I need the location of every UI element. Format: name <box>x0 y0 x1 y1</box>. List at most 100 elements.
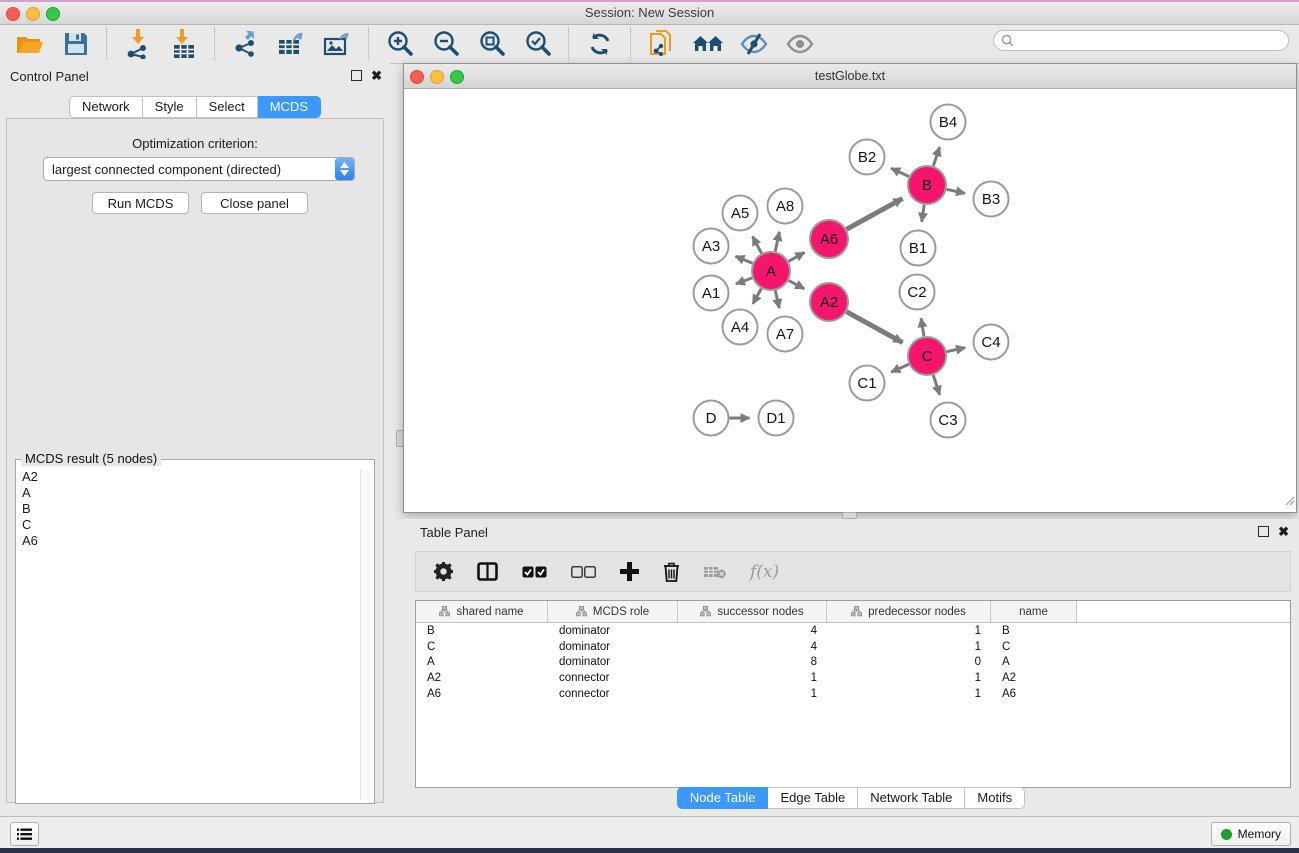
network-minimize-button[interactable] <box>430 70 444 84</box>
cell-predecessor-nodes[interactable]: 0 <box>827 656 991 668</box>
node-B3[interactable]: B3 <box>974 182 1009 217</box>
resize-handle-icon[interactable] <box>1283 493 1295 511</box>
cell-name[interactable]: C <box>991 641 1077 653</box>
edge-A-A1[interactable] <box>736 278 752 284</box>
tab-motifs[interactable]: Motifs <box>965 787 1025 809</box>
node-C[interactable]: C <box>908 337 946 375</box>
cell-successor-nodes[interactable]: 4 <box>678 641 827 653</box>
result-item[interactable]: B <box>19 501 360 517</box>
float-panel-icon[interactable] <box>351 70 362 81</box>
node-B4[interactable]: B4 <box>931 105 966 140</box>
show-graphics-details-icon[interactable] <box>784 28 816 60</box>
node-C4[interactable]: C4 <box>974 325 1009 360</box>
function-builder-icon[interactable]: f(x) <box>750 562 779 582</box>
cell-MCDS-role[interactable]: connector <box>548 672 678 684</box>
node-A8[interactable]: A8 <box>768 189 803 224</box>
zoom-out-icon[interactable] <box>430 28 462 60</box>
edge-A-A8[interactable] <box>775 232 779 252</box>
add-column-icon[interactable] <box>620 562 639 581</box>
edge-C-C1[interactable] <box>891 364 909 372</box>
node-table[interactable]: shared nameMCDS rolesuccessor nodesprede… <box>415 600 1291 788</box>
horizontal-divider-grip[interactable] <box>842 512 857 519</box>
node-D[interactable]: D <box>694 401 729 436</box>
network-maximize-button[interactable] <box>450 70 464 84</box>
network-close-button[interactable] <box>410 70 424 84</box>
edge-A-A7[interactable] <box>775 291 779 309</box>
export-image-icon[interactable] <box>322 28 354 60</box>
cell-shared-name[interactable]: A <box>416 656 548 668</box>
network-from-file-icon[interactable] <box>646 28 678 60</box>
cell-successor-nodes[interactable]: 8 <box>678 656 827 668</box>
column-view-icon[interactable] <box>477 562 498 581</box>
close-table-panel-icon[interactable]: ✖ <box>1278 526 1289 537</box>
edge-A-A2[interactable] <box>789 280 805 288</box>
node-A5[interactable]: A5 <box>723 196 758 231</box>
deselect-all-icon[interactable] <box>571 566 596 578</box>
cell-MCDS-role[interactable]: dominator <box>548 656 678 668</box>
node-A7[interactable]: A7 <box>768 317 803 352</box>
network-window-titlebar[interactable]: testGlobe.txt <box>404 64 1296 89</box>
edge-A-A6[interactable] <box>789 253 805 262</box>
cell-name[interactable]: A <box>991 656 1077 668</box>
cell-successor-nodes[interactable]: 4 <box>678 625 827 637</box>
cell-successor-nodes[interactable]: 1 <box>678 688 827 700</box>
edge-A6-B[interactable] <box>847 199 903 230</box>
result-item[interactable]: A6 <box>19 533 360 549</box>
node-A[interactable]: A <box>752 252 790 290</box>
zoom-selected-icon[interactable] <box>522 28 554 60</box>
zoom-fit-icon[interactable] <box>476 28 508 60</box>
close-panel-icon[interactable]: ✖ <box>371 70 382 81</box>
edge-A-A3[interactable] <box>736 256 753 263</box>
cell-shared-name[interactable]: A2 <box>416 672 548 684</box>
task-history-button[interactable] <box>10 822 39 846</box>
cell-shared-name[interactable]: B <box>416 625 548 637</box>
edge-C-C4[interactable] <box>947 348 966 352</box>
optimization-criterion-select[interactable]: largest connected component (directed) <box>43 157 355 181</box>
cell-successor-nodes[interactable]: 1 <box>678 672 827 684</box>
minimize-window-button[interactable] <box>26 7 40 21</box>
column-header-shared-name[interactable]: shared name <box>416 601 548 622</box>
column-header-MCDS-role[interactable]: MCDS role <box>548 601 678 622</box>
result-item[interactable]: A2 <box>19 469 360 485</box>
edge-A-A4[interactable] <box>753 289 762 304</box>
edge-B-B4[interactable] <box>933 147 939 166</box>
column-header-predecessor-nodes[interactable]: predecessor nodes <box>827 601 991 622</box>
save-session-icon[interactable] <box>60 28 92 60</box>
node-A6[interactable]: A6 <box>810 220 848 258</box>
mcds-result-list[interactable]: A2ABCA6 <box>19 469 360 800</box>
cell-predecessor-nodes[interactable]: 1 <box>827 625 991 637</box>
cell-MCDS-role[interactable]: dominator <box>548 625 678 637</box>
open-file-icon[interactable] <box>14 28 46 60</box>
tab-style[interactable]: Style <box>143 96 197 118</box>
memory-button[interactable]: Memory <box>1211 822 1291 846</box>
export-table-icon[interactable] <box>276 28 308 60</box>
tab-edge-table[interactable]: Edge Table <box>768 787 858 809</box>
cell-predecessor-nodes[interactable]: 1 <box>827 672 991 684</box>
tab-network[interactable]: Network <box>69 96 143 118</box>
zoom-in-icon[interactable] <box>384 28 416 60</box>
select-all-icon[interactable] <box>522 566 547 578</box>
float-table-panel-icon[interactable] <box>1258 526 1269 537</box>
search-box[interactable] <box>993 30 1289 51</box>
delete-column-icon[interactable] <box>663 562 680 582</box>
node-A1[interactable]: A1 <box>694 276 729 311</box>
network-graph[interactable]: B4B2BB3A8A5A6A3B1AA1C2A2A4A7C4CC1C3DD1 <box>404 89 1296 512</box>
node-B1[interactable]: B1 <box>901 231 936 266</box>
maximize-window-button[interactable] <box>46 7 60 21</box>
cell-predecessor-nodes[interactable]: 1 <box>827 688 991 700</box>
table-row[interactable]: Bdominator41B <box>416 623 1290 639</box>
cell-shared-name[interactable]: A6 <box>416 688 548 700</box>
network-canvas[interactable]: B4B2BB3A8A5A6A3B1AA1C2A2A4A7C4CC1C3DD1 <box>404 89 1296 512</box>
cell-name[interactable]: B <box>991 625 1077 637</box>
import-table-icon[interactable] <box>168 28 200 60</box>
node-B[interactable]: B <box>908 166 946 204</box>
column-header-successor-nodes[interactable]: successor nodes <box>678 601 827 622</box>
node-D1[interactable]: D1 <box>759 401 794 436</box>
table-row[interactable]: A6connector11A6 <box>416 686 1290 702</box>
cell-shared-name[interactable]: C <box>416 641 548 653</box>
tab-network-table[interactable]: Network Table <box>858 787 965 809</box>
node-A3[interactable]: A3 <box>694 229 729 264</box>
edge-A-A5[interactable] <box>753 236 762 253</box>
column-header-name[interactable]: name <box>991 601 1077 622</box>
refresh-icon[interactable] <box>584 28 616 60</box>
